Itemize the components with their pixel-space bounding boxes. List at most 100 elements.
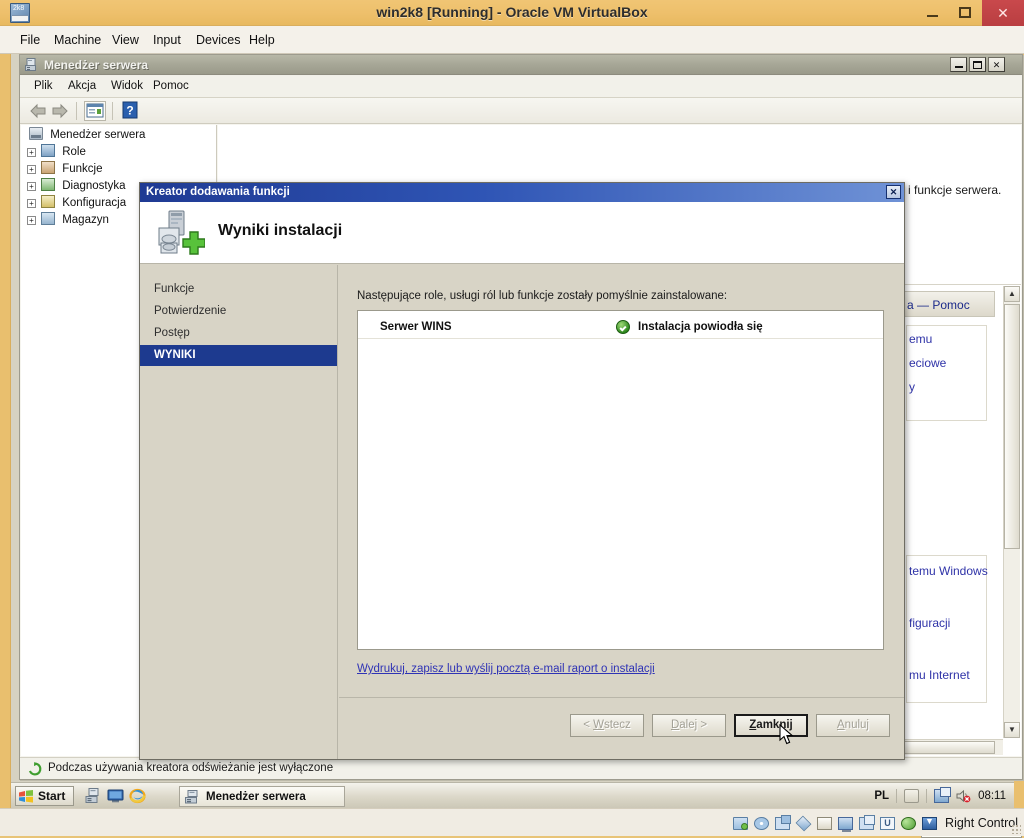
sm-maximize-button[interactable] — [969, 57, 986, 72]
sm-close-button[interactable]: ✕ — [988, 57, 1005, 72]
wizard-step-postep[interactable]: Postęp — [140, 323, 337, 344]
resize-grip[interactable] — [1011, 824, 1021, 834]
wizard-step-funkcje[interactable]: Funkcje — [140, 279, 337, 300]
minimize-button[interactable] — [918, 0, 948, 26]
maximize-icon — [973, 61, 982, 69]
cancel-button[interactable]: Anuluj — [816, 714, 890, 737]
server-manager-toolbar: ? — [20, 98, 1022, 124]
background-link-4[interactable]: temu Windows — [909, 564, 988, 578]
shared-folders-icon[interactable] — [901, 816, 917, 830]
properties-icon[interactable] — [84, 101, 106, 121]
tree-item-label: Konfiguracja — [62, 197, 127, 209]
usb-icon[interactable]: U — [880, 816, 896, 830]
tree-item-role[interactable]: + Role — [21, 144, 216, 161]
menu-help[interactable]: Help — [243, 31, 281, 49]
background-summary-text: e i funkcje serwera. — [898, 183, 1002, 197]
menu-pomoc[interactable]: Pomoc — [153, 80, 189, 92]
background-link-1[interactable]: emu — [909, 332, 932, 346]
close-wizard-button[interactable]: Zamknij — [734, 714, 808, 737]
properties-glyph — [86, 103, 104, 118]
tree-item-label: Diagnostyka — [62, 180, 126, 192]
print-save-email-report-link[interactable]: Wydrukuj, zapisz lub wyślij pocztą e-mai… — [357, 663, 655, 675]
folder-icon[interactable] — [817, 816, 833, 830]
keyboard-layout-icon[interactable] — [904, 789, 920, 803]
server-manager-title: Menedżer serwera — [44, 58, 149, 72]
wizard-step-potwierdzenie[interactable]: Potwierdzenie — [140, 301, 337, 322]
minimize-icon — [955, 66, 963, 68]
roles-icon — [41, 144, 55, 157]
add-feature-icon — [158, 210, 205, 255]
tree-item-funkcje[interactable]: + Funkcje — [21, 161, 216, 178]
next-button[interactable]: Dalej > — [652, 714, 726, 737]
tree-item-server-manager[interactable]: Menedżer serwera — [21, 127, 216, 144]
help-icon[interactable]: ? — [120, 101, 142, 121]
shared-clipboard-icon[interactable] — [859, 814, 876, 830]
vertical-scrollbar-thumb[interactable] — [1004, 304, 1020, 549]
internet-explorer-icon[interactable] — [129, 788, 146, 804]
clock[interactable]: 08:11 — [978, 790, 1006, 802]
show-desktop-icon[interactable] — [107, 788, 124, 804]
menu-widok[interactable]: Widok — [111, 80, 143, 92]
features-icon — [41, 161, 55, 174]
shared-folder-pen-icon[interactable] — [795, 815, 812, 831]
volume-muted-icon[interactable] — [956, 789, 971, 803]
expander-icon[interactable]: + — [27, 148, 36, 157]
network-icon[interactable] — [934, 787, 952, 803]
expander-icon[interactable]: + — [27, 216, 36, 225]
start-button[interactable]: Start — [15, 786, 75, 806]
optical-disk-icon[interactable] — [754, 816, 770, 830]
back-arrow-icon[interactable] — [28, 103, 48, 119]
start-label: Start — [38, 789, 66, 803]
menu-machine[interactable]: Machine — [48, 31, 107, 49]
menu-devices[interactable]: Devices — [190, 31, 246, 49]
virtualbox-menubar: File Machine View Input Devices Help — [0, 26, 1024, 54]
menu-plik[interactable]: Plik — [34, 80, 53, 92]
minimize-icon — [927, 15, 938, 17]
network-icon[interactable] — [775, 814, 792, 830]
back-button[interactable]: < Wstecz — [570, 714, 644, 737]
result-row: Serwer WINS Instalacja powiodła się — [358, 315, 883, 339]
step-label: Potwierdzenie — [154, 305, 227, 317]
menu-input[interactable]: Input — [147, 31, 187, 49]
help-panel-header: a — Pomoc — [898, 291, 995, 317]
server-manager-icon[interactable] — [85, 788, 102, 804]
close-button[interactable]: ✕ — [982, 0, 1024, 26]
server-icon — [29, 127, 43, 140]
vertical-scrollbar[interactable]: ▲ ▼ — [1003, 286, 1020, 738]
menu-file[interactable]: File — [14, 31, 46, 49]
menu-akcja[interactable]: Akcja — [68, 80, 96, 92]
display-icon[interactable] — [838, 816, 854, 832]
forward-arrow-icon[interactable] — [50, 103, 70, 119]
expander-icon[interactable]: + — [27, 165, 36, 174]
expander-icon[interactable]: + — [27, 182, 36, 191]
server-manager-titlebar: Menedżer serwera ✕ — [20, 55, 1022, 75]
language-indicator[interactable]: PL — [874, 790, 889, 802]
hard-disk-icon[interactable] — [733, 816, 749, 830]
scroll-up-button[interactable]: ▲ — [1004, 286, 1020, 302]
background-link-3[interactable]: y — [909, 380, 915, 394]
server-manager-icon — [25, 58, 36, 71]
window-title: win2k8 [Running] - Oracle VM VirtualBox — [376, 4, 648, 20]
server-manager-menubar: Plik Akcja Widok Pomoc — [20, 76, 1022, 98]
capture-icon[interactable] — [922, 816, 938, 830]
virtualbox-statusbar: U Right Control — [0, 808, 1024, 836]
maximize-button[interactable] — [950, 0, 980, 26]
menu-view[interactable]: View — [106, 31, 145, 49]
refresh-disabled-icon — [28, 762, 42, 776]
configuration-icon — [41, 195, 55, 208]
background-link-2[interactable]: eciowe — [909, 356, 946, 370]
background-link-6[interactable]: mu Internet — [909, 668, 970, 682]
taskbar-item-server-manager[interactable]: Menedżer serwera — [179, 786, 345, 807]
wizard-close-button[interactable]: ✕ — [886, 185, 901, 199]
windows-flag-icon — [19, 790, 33, 803]
installation-results-list: Serwer WINS Instalacja powiodła się — [357, 310, 884, 650]
scroll-down-button[interactable]: ▼ — [1004, 722, 1020, 738]
maximize-icon — [959, 7, 971, 18]
expander-icon[interactable]: + — [27, 199, 36, 208]
help-glyph: ? — [122, 101, 138, 119]
background-link-5[interactable]: figuracji — [909, 616, 950, 630]
step-label: Postęp — [154, 327, 190, 339]
sm-minimize-button[interactable] — [950, 57, 967, 72]
tree-item-label: Funkcje — [62, 163, 103, 175]
wizard-step-wyniki[interactable]: WYNIKI — [140, 345, 337, 366]
